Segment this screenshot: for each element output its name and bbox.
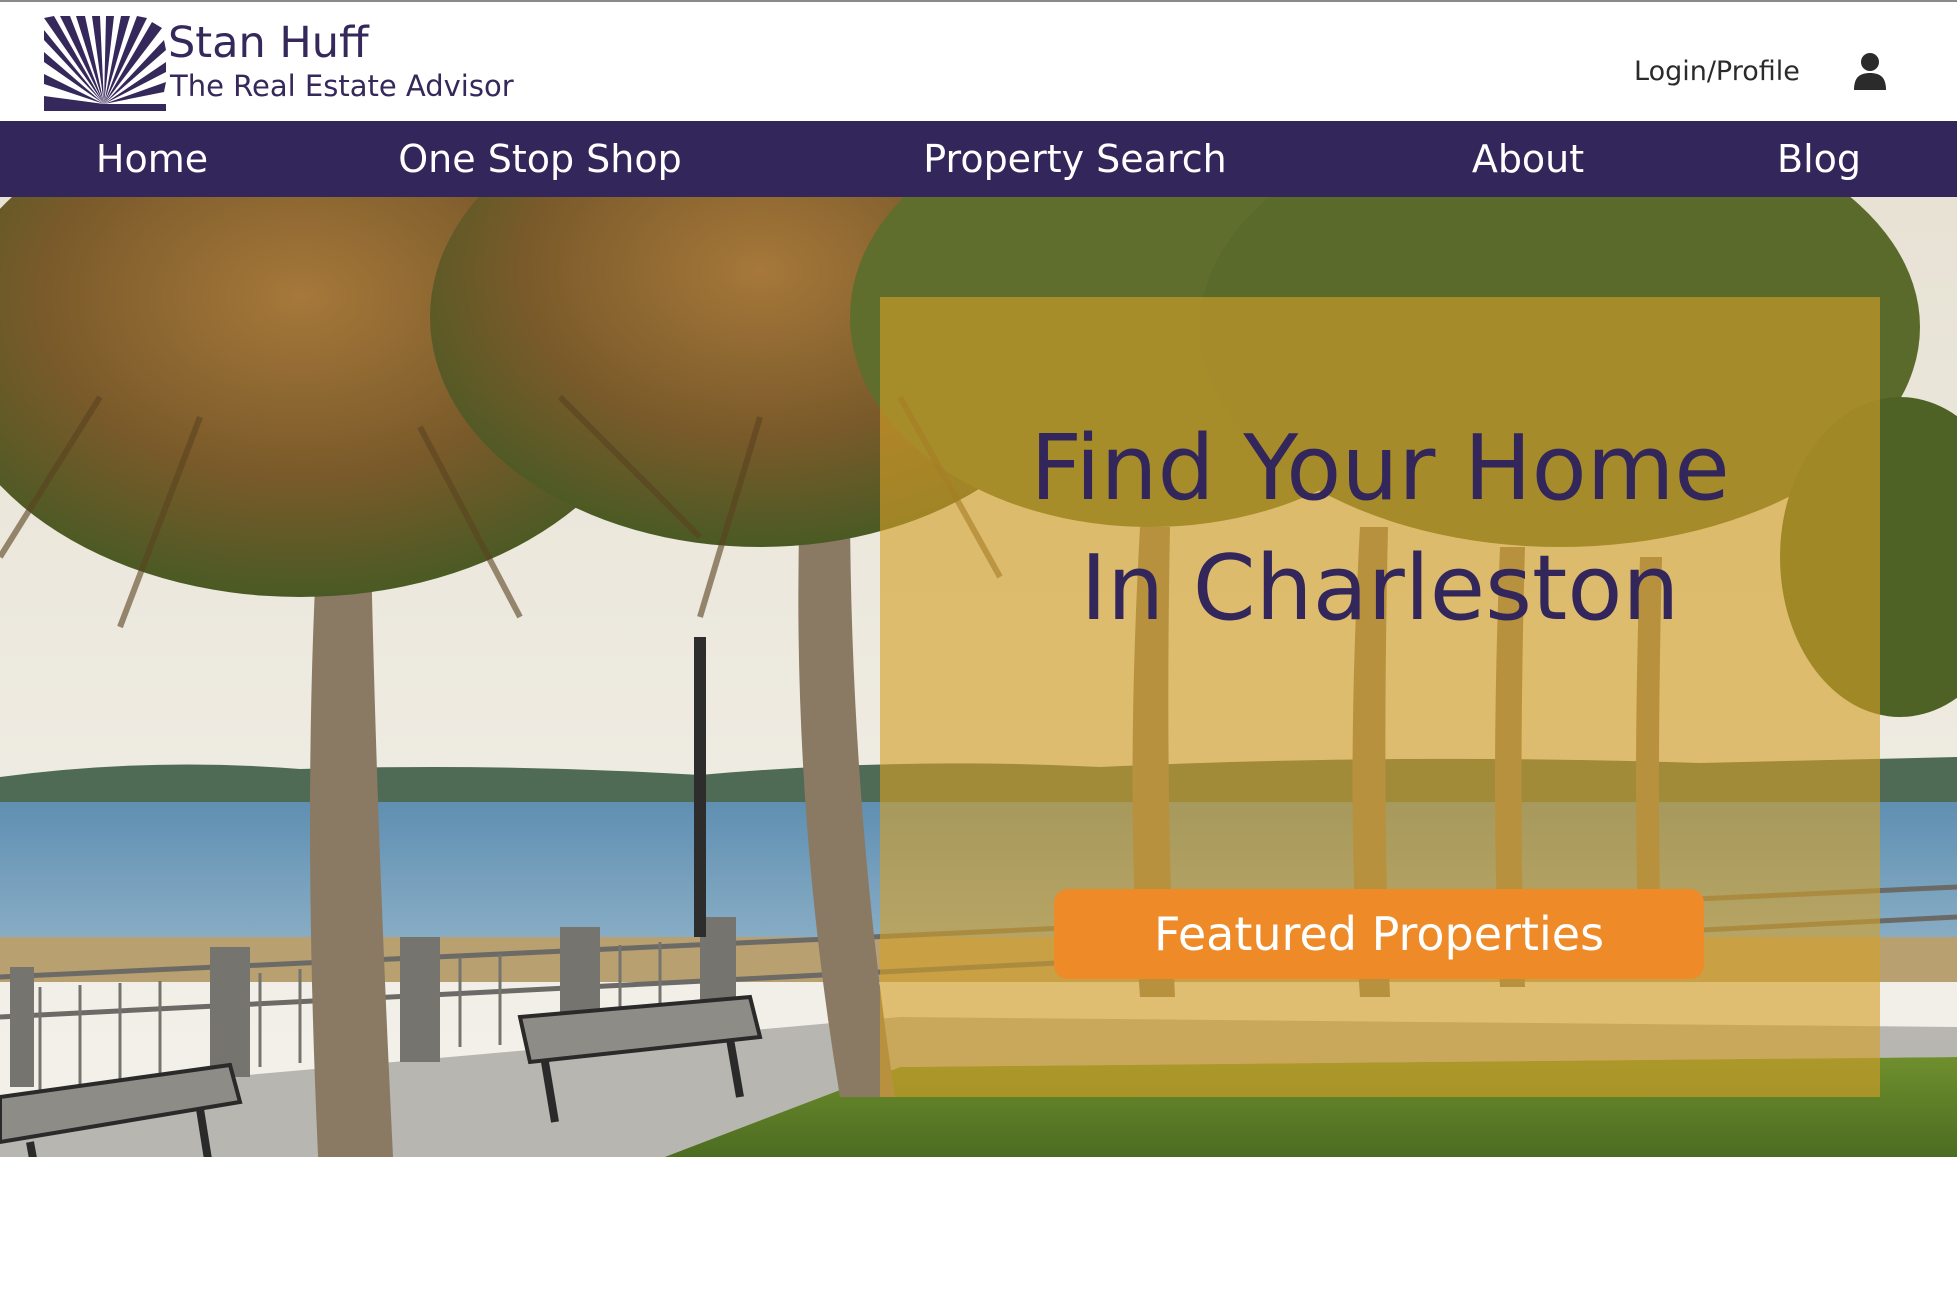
featured-properties-button[interactable]: Featured Properties [1054,889,1704,979]
user-icon[interactable] [1852,52,1888,90]
nav-item-blog[interactable]: Blog [1777,121,1861,197]
nav-item-home[interactable]: Home [96,121,208,197]
nav-item-about[interactable]: About [1472,121,1584,197]
hero-overlay-card: Find Your Home In Charleston Featured Pr… [880,297,1880,1097]
hero-headline: Find Your Home In Charleston [880,409,1880,649]
brand-name[interactable]: Stan Huff [168,18,369,68]
hero-headline-line-2: In Charleston [1080,536,1680,641]
hero-headline-line-1: Find Your Home [1030,416,1730,521]
brand-tagline: The Real Estate Advisor [170,69,514,103]
hero-banner: Find Your Home In Charleston Featured Pr… [0,197,1957,1197]
nav-item-one-stop-shop[interactable]: One Stop Shop [398,121,682,197]
nav-item-property-search[interactable]: Property Search [923,121,1226,197]
login-profile-link[interactable]: Login/Profile [1634,52,1800,92]
main-navigation: Home One Stop Shop Property Search About… [0,121,1957,197]
site-header: Stan Huff The Real Estate Advisor Login/… [0,0,1957,121]
sunburst-logo-icon[interactable] [44,16,166,111]
